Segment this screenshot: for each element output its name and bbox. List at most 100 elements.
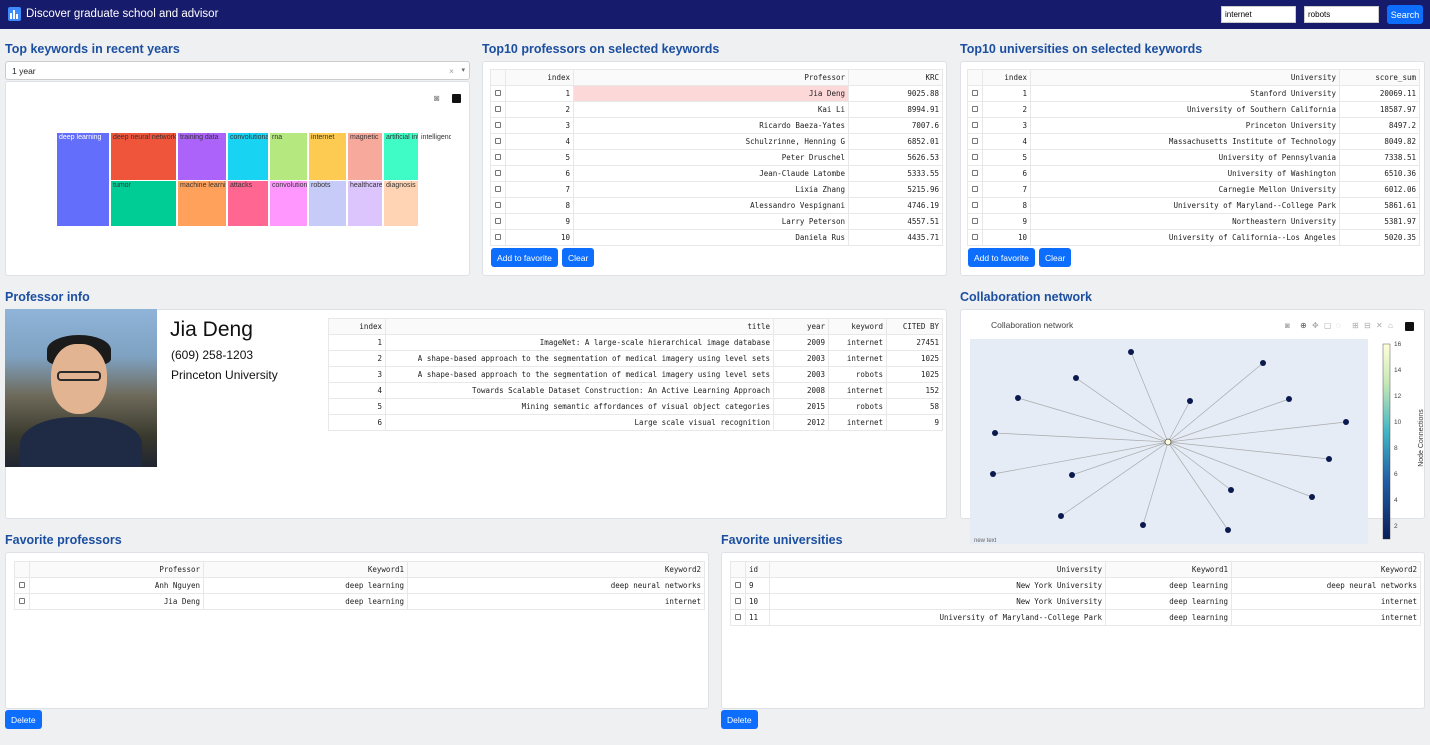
zoom-out-icon[interactable]: ⊟ bbox=[1364, 321, 1371, 330]
table-row[interactable]: 2 Kai Li 8994.91 bbox=[490, 101, 943, 118]
row-checkbox[interactable] bbox=[495, 138, 501, 144]
network-node[interactable] bbox=[1225, 527, 1231, 533]
keyword2-input[interactable] bbox=[1304, 6, 1379, 23]
network-node[interactable] bbox=[992, 430, 998, 436]
home-icon[interactable]: ⌂ bbox=[1388, 321, 1393, 330]
table-row[interactable]: 11 University of Maryland--College Park de… bbox=[730, 609, 1421, 626]
network-node-center[interactable] bbox=[1164, 438, 1172, 446]
row-checkbox[interactable] bbox=[495, 186, 501, 192]
lasso-icon[interactable]: ◌ bbox=[1336, 321, 1341, 330]
treemap-tile[interactable]: machine learning bbox=[178, 181, 227, 227]
table-row[interactable]: 4 Schulzrinne, Henning G 6852.01 bbox=[490, 133, 943, 150]
row-checkbox[interactable] bbox=[19, 582, 25, 588]
row-checkbox[interactable] bbox=[495, 106, 501, 112]
table-row[interactable]: 10 Daniela Rus 4435.71 bbox=[490, 229, 943, 246]
treemap-tile[interactable]: intelligence bbox=[419, 133, 452, 145]
table-row[interactable]: 3 Princeton University 8497.2 bbox=[967, 117, 1420, 134]
table-row[interactable]: 9 New York University deep learning deep ne… bbox=[730, 577, 1421, 594]
treemap-tile[interactable]: deep neural networks bbox=[111, 133, 177, 181]
plotly-logo-icon[interactable] bbox=[452, 94, 461, 103]
row-checkbox[interactable] bbox=[972, 170, 978, 176]
row-checkbox[interactable] bbox=[495, 202, 501, 208]
row-checkbox[interactable] bbox=[735, 598, 741, 604]
network-node[interactable] bbox=[1015, 395, 1021, 401]
keyword1-input[interactable] bbox=[1221, 6, 1296, 23]
table-row[interactable]: 2 University of Southern California 18587.… bbox=[967, 101, 1420, 118]
table-row[interactable]: Jia Deng deep learning internet bbox=[14, 593, 705, 610]
table-row[interactable]: 10 New York University deep learning intern… bbox=[730, 593, 1421, 610]
table-row[interactable]: 3 Ricardo Baeza-Yates 7007.6 bbox=[490, 117, 943, 134]
table-row[interactable]: 8 University of Maryland--College Park 586… bbox=[967, 197, 1420, 214]
clear-university-selection-button[interactable]: Clear bbox=[1039, 248, 1072, 267]
search-button[interactable]: Search bbox=[1387, 5, 1423, 24]
table-row[interactable]: 3A shape-based approach to the segmentat… bbox=[328, 366, 943, 383]
treemap-tile[interactable]: deep learning bbox=[57, 133, 110, 227]
add-university-favorite-button[interactable]: Add to favorite bbox=[968, 248, 1035, 267]
table-row[interactable]: 9 Northeastern University 5381.97 bbox=[967, 213, 1420, 230]
row-checkbox[interactable] bbox=[19, 598, 25, 604]
network-node[interactable] bbox=[990, 471, 996, 477]
add-professor-favorite-button[interactable]: Add to favorite bbox=[491, 248, 558, 267]
table-row[interactable]: 7 Lixia Zhang 5215.96 bbox=[490, 181, 943, 198]
row-checkbox[interactable] bbox=[735, 614, 741, 620]
table-row[interactable]: 7 Carnegie Mellon University 6012.06 bbox=[967, 181, 1420, 198]
network-node[interactable] bbox=[1069, 472, 1075, 478]
delete-favorite-university-button[interactable]: Delete bbox=[721, 710, 758, 729]
treemap-tile[interactable]: diagnosis bbox=[384, 181, 419, 227]
row-checkbox[interactable] bbox=[495, 218, 501, 224]
treemap-tile[interactable]: robots bbox=[309, 181, 347, 227]
table-row[interactable]: 9 Larry Peterson 4557.51 bbox=[490, 213, 943, 230]
zoom-in-icon[interactable]: ⊞ bbox=[1352, 321, 1359, 330]
pan-icon[interactable]: ✥ bbox=[1312, 321, 1319, 330]
network-node[interactable] bbox=[1073, 375, 1079, 381]
table-row[interactable]: 4 Towards Scalable Dataset Construction: … bbox=[328, 382, 943, 399]
table-row[interactable]: 1 Stanford University 20069.11 bbox=[967, 85, 1420, 102]
table-row[interactable]: 10 University of California--Los Angeles 5… bbox=[967, 229, 1420, 246]
treemap-tile[interactable]: artificial intelligence bbox=[384, 133, 419, 181]
network-node[interactable] bbox=[1140, 522, 1146, 528]
table-row[interactable]: Anh Nguyen deep learning deep neural netwo… bbox=[14, 577, 705, 594]
box-select-icon[interactable]: ▢ bbox=[1324, 321, 1332, 330]
zoom-icon[interactable]: ⊕ bbox=[1300, 321, 1307, 330]
row-checkbox[interactable] bbox=[972, 90, 978, 96]
network-node[interactable] bbox=[1228, 487, 1234, 493]
treemap-tile[interactable]: tumor bbox=[111, 181, 177, 227]
treemap-tile[interactable]: convolution bbox=[270, 181, 308, 227]
treemap-tile[interactable]: rna bbox=[270, 133, 308, 181]
row-checkbox[interactable] bbox=[972, 138, 978, 144]
treemap-tile[interactable]: healthcare bbox=[348, 181, 383, 227]
table-row[interactable]: 5 University of Pennsylvania 7338.51 bbox=[967, 149, 1420, 166]
row-checkbox[interactable] bbox=[972, 154, 978, 160]
delete-favorite-professor-button[interactable]: Delete bbox=[5, 710, 42, 729]
row-checkbox[interactable] bbox=[972, 186, 978, 192]
camera-icon[interactable]: ◙ bbox=[434, 93, 439, 103]
year-range-dropdown[interactable]: 1 year × ▾ bbox=[5, 61, 470, 80]
row-checkbox[interactable] bbox=[495, 234, 501, 240]
network-node[interactable] bbox=[1260, 360, 1266, 366]
row-checkbox[interactable] bbox=[972, 122, 978, 128]
network-node[interactable] bbox=[1343, 419, 1349, 425]
row-checkbox[interactable] bbox=[735, 582, 741, 588]
table-row[interactable]: 6 Large scale visual recognition 2012 inter… bbox=[328, 414, 943, 431]
table-row[interactable]: 2A shape-based approach to the segmentat… bbox=[328, 350, 943, 367]
network-node[interactable] bbox=[1058, 513, 1064, 519]
autoscale-icon[interactable]: ✕ bbox=[1376, 321, 1383, 330]
clear-professor-selection-button[interactable]: Clear bbox=[562, 248, 595, 267]
row-checkbox[interactable] bbox=[495, 122, 501, 128]
row-checkbox[interactable] bbox=[972, 106, 978, 112]
row-checkbox[interactable] bbox=[495, 90, 501, 96]
table-row[interactable]: 8 Alessandro Vespignani 4746.19 bbox=[490, 197, 943, 214]
network-node[interactable] bbox=[1309, 494, 1315, 500]
treemap-tile[interactable]: magnetic bbox=[348, 133, 383, 181]
treemap-tile[interactable]: internet bbox=[309, 133, 347, 181]
treemap-tile[interactable]: convolutional bbox=[228, 133, 269, 181]
clear-icon[interactable]: × bbox=[449, 66, 454, 76]
network-node[interactable] bbox=[1128, 349, 1134, 355]
row-checkbox[interactable] bbox=[495, 154, 501, 160]
chevron-down-icon[interactable]: ▾ bbox=[461, 66, 465, 74]
network-node[interactable] bbox=[1187, 398, 1193, 404]
camera-icon[interactable]: ◙ bbox=[1285, 321, 1290, 330]
row-checkbox[interactable] bbox=[972, 202, 978, 208]
table-row[interactable]: 5 Peter Druschel 5626.53 bbox=[490, 149, 943, 166]
row-checkbox[interactable] bbox=[972, 234, 978, 240]
